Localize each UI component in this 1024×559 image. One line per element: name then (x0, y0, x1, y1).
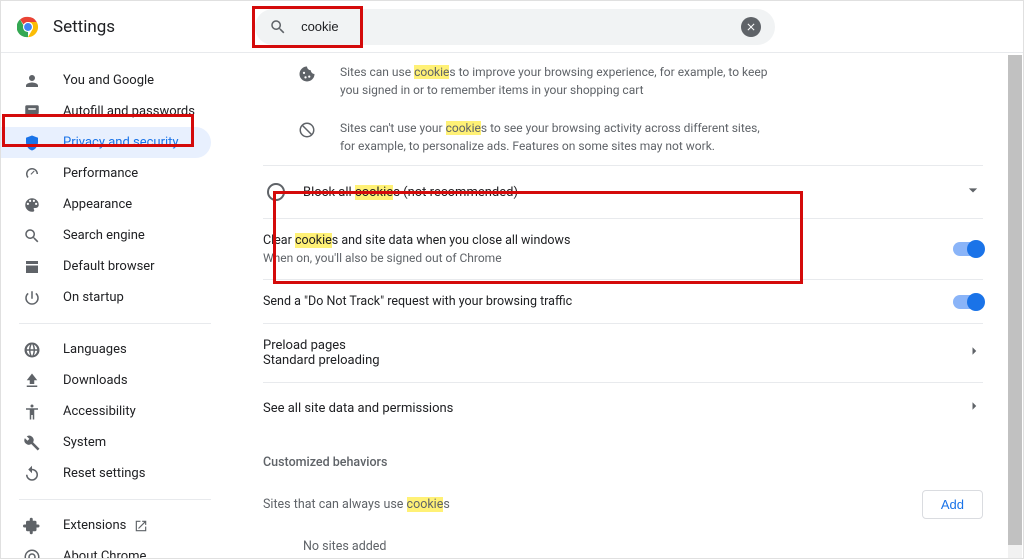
autofill-icon (23, 103, 41, 121)
chevron-down-icon[interactable] (963, 180, 983, 204)
accessibility-icon (23, 403, 41, 421)
sidebar-label: Extensions (63, 518, 126, 533)
sidebar-label: Languages (63, 342, 127, 357)
sidebar-label: Default browser (63, 259, 155, 274)
sidebar-item-appearance[interactable]: Appearance (1, 189, 211, 220)
toggle-do-not-track[interactable] (953, 295, 983, 309)
search-input[interactable] (301, 19, 741, 34)
sidebar-label: Performance (63, 166, 138, 181)
search-icon (23, 227, 41, 245)
divider (19, 499, 211, 500)
sidebar-item-you-and-google[interactable]: You and Google (1, 65, 211, 96)
radio-icon (267, 183, 285, 201)
restore-icon (23, 465, 41, 483)
sidebar-label: Accessibility (63, 404, 136, 419)
sidebar-item-privacy[interactable]: Privacy and security (1, 127, 211, 158)
section-customized-behaviors: Customized behaviors (263, 433, 983, 478)
row-preload-pages[interactable]: Preload pages Standard preloading (263, 323, 983, 382)
sidebar-label: You and Google (63, 73, 154, 88)
external-link-icon (134, 519, 148, 533)
globe-icon (23, 341, 41, 359)
sidebar-label: Appearance (63, 197, 132, 212)
sidebar-label: System (63, 435, 106, 450)
sidebar-item-about[interactable]: About Chrome (1, 541, 211, 559)
speedometer-icon (23, 165, 41, 183)
search-icon (269, 18, 287, 36)
sidebar-label: About Chrome (63, 549, 146, 559)
sidebar-item-autofill[interactable]: Autofill and passwords (1, 96, 211, 127)
no-sites-text: No sites added (263, 531, 983, 558)
sidebar-item-system[interactable]: System (1, 427, 211, 458)
page-title: Settings (53, 17, 115, 37)
radio-block-all-cookies[interactable]: Block all cookies (not recommended) (263, 165, 983, 218)
extension-icon (23, 517, 41, 535)
sidebar-item-on-startup[interactable]: On startup (1, 282, 211, 313)
sidebar-item-downloads[interactable]: Downloads (1, 365, 211, 396)
chrome-outline-icon (23, 548, 41, 559)
person-icon (23, 72, 41, 90)
clear-search-icon[interactable] (741, 17, 761, 37)
block-icon (298, 121, 318, 155)
sidebar-label: On startup (63, 290, 124, 305)
sidebar-label: Downloads (63, 373, 128, 388)
sidebar-item-performance[interactable]: Performance (1, 158, 211, 189)
setting-do-not-track: Send a "Do Not Track" request with your … (263, 279, 983, 323)
sidebar: You and Google Autofill and passwords Pr… (1, 53, 233, 558)
wrench-icon (23, 434, 41, 452)
chevron-right-icon (965, 342, 983, 364)
chrome-logo-icon (17, 16, 39, 38)
row-sites-always-use: Sites that can always use cookies Add (263, 478, 983, 531)
setting-clear-on-close: Clear cookies and site data when you clo… (263, 218, 983, 279)
content-area: Sites can use cookies to improve your br… (233, 53, 1023, 558)
chevron-right-icon (965, 397, 983, 419)
sidebar-label: Reset settings (63, 466, 145, 481)
info-block-cookies: Sites can't use your cookies to see your… (263, 109, 983, 165)
sidebar-item-languages[interactable]: Languages (1, 334, 211, 365)
search-bar[interactable] (255, 9, 775, 45)
sidebar-label: Autofill and passwords (63, 104, 195, 119)
sidebar-item-accessibility[interactable]: Accessibility (1, 396, 211, 427)
scrollbar-thumb[interactable] (1008, 55, 1022, 545)
divider (19, 323, 211, 324)
sidebar-item-extensions[interactable]: Extensions (1, 510, 211, 541)
sidebar-label: Search engine (63, 228, 145, 243)
sidebar-label: Privacy and security (63, 135, 179, 150)
toggle-clear-on-close[interactable] (953, 242, 983, 256)
browser-icon (23, 258, 41, 276)
info-allow-cookies: Sites can use cookies to improve your br… (263, 53, 983, 109)
sidebar-item-default-browser[interactable]: Default browser (1, 251, 211, 282)
add-button[interactable]: Add (922, 490, 983, 519)
shield-icon (23, 134, 41, 152)
row-see-all-site-data[interactable]: See all site data and permissions (263, 382, 983, 433)
palette-icon (23, 196, 41, 214)
cookie-icon (298, 65, 318, 99)
power-icon (23, 289, 41, 307)
sidebar-item-search-engine[interactable]: Search engine (1, 220, 211, 251)
download-icon (23, 372, 41, 390)
sidebar-item-reset[interactable]: Reset settings (1, 458, 211, 489)
